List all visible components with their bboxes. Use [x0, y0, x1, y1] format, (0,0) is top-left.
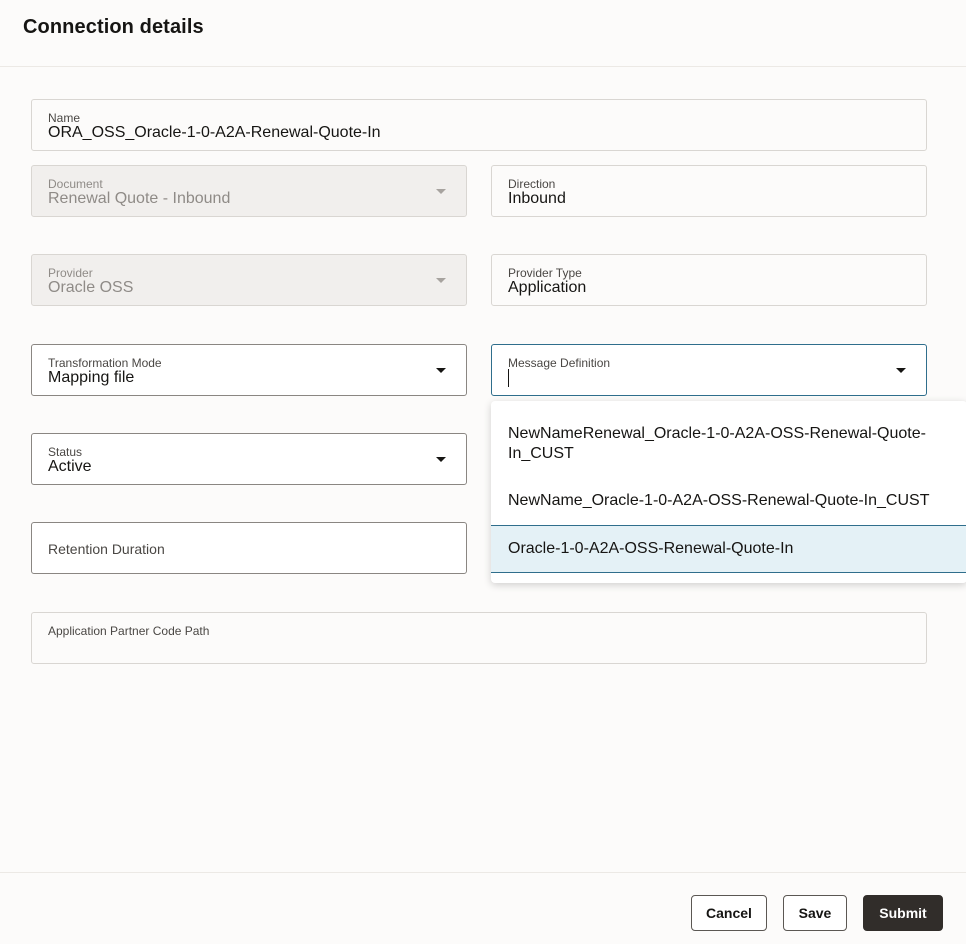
- message-definition-label: Message Definition: [508, 356, 611, 370]
- retention-duration-label: Retention Duration: [48, 541, 165, 557]
- page-title: Connection details: [23, 16, 204, 38]
- chevron-down-icon[interactable]: [896, 368, 906, 373]
- save-button[interactable]: Save: [783, 895, 847, 931]
- document-select: Document Renewal Quote - Inbound: [31, 165, 467, 217]
- direction-value: Inbound: [508, 190, 566, 207]
- dialog-header: Connection details: [0, 0, 966, 67]
- provider-type-value: Application: [508, 279, 587, 296]
- transformation-mode-select[interactable]: Transformation Mode Mapping file: [31, 344, 467, 396]
- retention-duration-input[interactable]: Retention Duration: [31, 522, 467, 574]
- dropdown-option-selected[interactable]: Oracle-1-0-A2A-OSS-Renewal-Quote-In: [491, 525, 966, 573]
- direction-field: Direction Inbound: [491, 165, 927, 217]
- chevron-down-icon[interactable]: [436, 368, 446, 373]
- cancel-button[interactable]: Cancel: [691, 895, 767, 931]
- direction-label: Direction: [508, 177, 556, 191]
- message-definition-dropdown: NewNameRenewal_Oracle-1-0-A2A-OSS-Renewa…: [491, 401, 966, 583]
- submit-button[interactable]: Submit: [863, 895, 943, 931]
- status-value: Active: [48, 458, 92, 475]
- transformation-mode-label: Transformation Mode: [48, 356, 162, 370]
- provider-select: Provider Oracle OSS: [31, 254, 467, 306]
- name-label: Name: [48, 111, 81, 125]
- status-select[interactable]: Status Active: [31, 433, 467, 485]
- application-partner-code-path-field[interactable]: Application Partner Code Path: [31, 612, 927, 664]
- chevron-down-icon[interactable]: [436, 457, 446, 462]
- chevron-down-icon: [436, 278, 446, 283]
- dropdown-option[interactable]: NewName_Oracle-1-0-A2A-OSS-Renewal-Quote…: [491, 491, 966, 511]
- provider-value: Oracle OSS: [48, 279, 134, 296]
- transformation-mode-value: Mapping file: [48, 369, 135, 386]
- text-cursor: [508, 369, 509, 387]
- provider-type-field: Provider Type Application: [491, 254, 927, 306]
- name-field[interactable]: Name ORA_OSS_Oracle-1-0-A2A-Renewal-Quot…: [31, 99, 927, 151]
- chevron-down-icon: [436, 189, 446, 194]
- dialog-footer: Cancel Save Submit: [0, 872, 966, 944]
- name-value: ORA_OSS_Oracle-1-0-A2A-Renewal-Quote-In: [48, 124, 381, 141]
- document-value: Renewal Quote - Inbound: [48, 190, 231, 207]
- dropdown-option[interactable]: NewNameRenewal_Oracle-1-0-A2A-OSS-Renewa…: [491, 424, 966, 464]
- status-label: Status: [48, 445, 83, 459]
- provider-type-label: Provider Type: [508, 266, 582, 280]
- document-label: Document: [48, 177, 103, 191]
- provider-label: Provider: [48, 266, 93, 280]
- application-partner-code-path-label: Application Partner Code Path: [48, 624, 210, 638]
- message-definition-select[interactable]: Message Definition: [491, 344, 927, 396]
